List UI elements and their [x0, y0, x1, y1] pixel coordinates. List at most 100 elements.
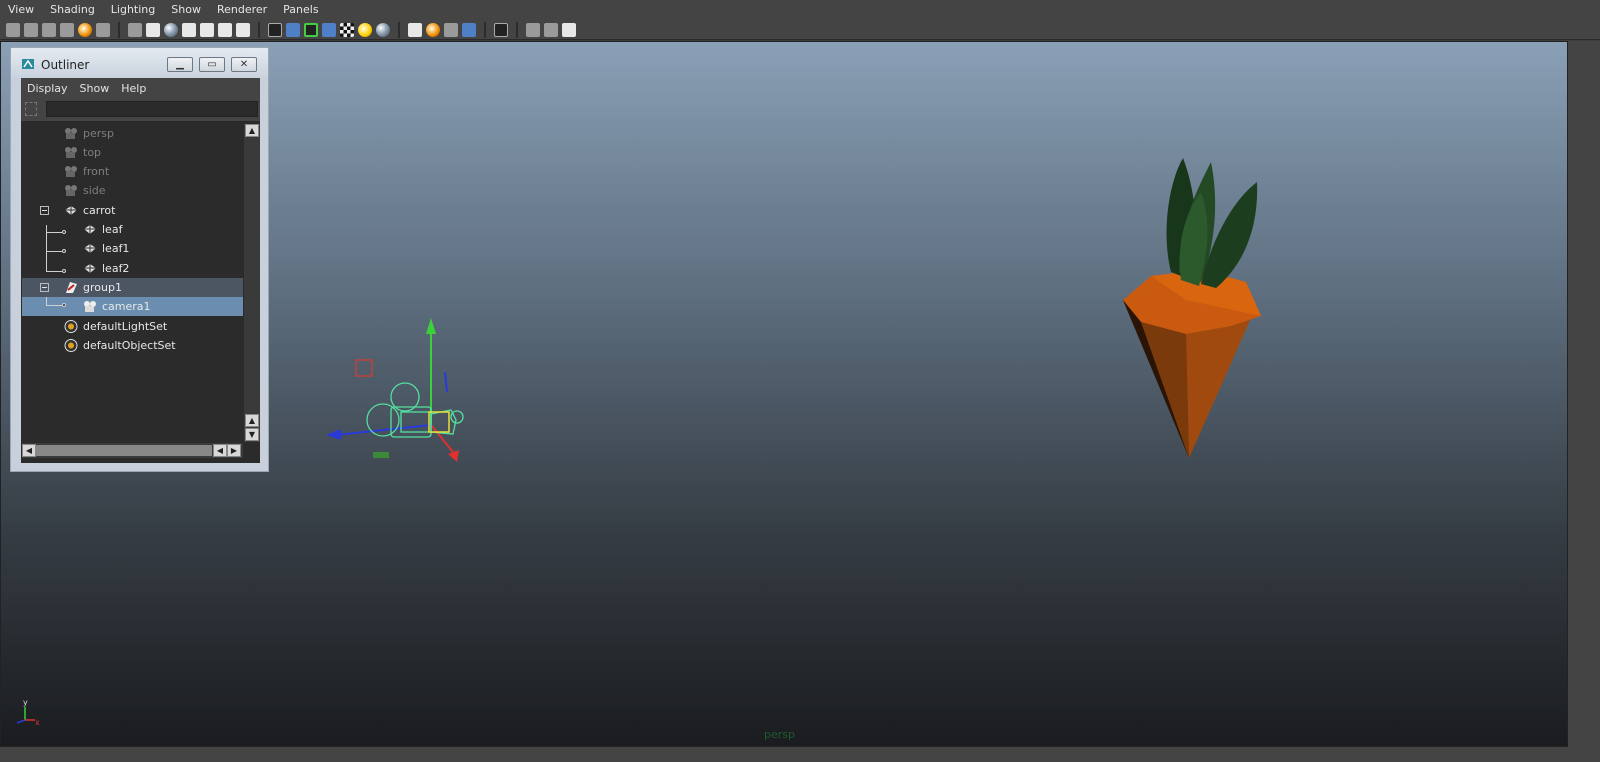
set-icon: [64, 339, 78, 352]
layers-icon[interactable]: [544, 22, 558, 37]
toolbar-separator: [258, 21, 260, 38]
camera-icon: [65, 147, 77, 158]
select-icon[interactable]: [358, 22, 372, 37]
scroll-up-button[interactable]: ▲: [245, 124, 259, 137]
outliner-menu-display[interactable]: Display: [21, 82, 74, 95]
shadows-icon[interactable]: [268, 22, 282, 37]
outliner-vertical-scrollbar[interactable]: ▲ ▲ ▼: [244, 124, 260, 442]
isolate-icon[interactable]: [128, 22, 142, 37]
camera1-manipulator[interactable]: [326, 318, 464, 462]
gate-icon[interactable]: [444, 22, 458, 37]
outliner-window: Outliner ▁ ▭ ✕ Display Show Help persp t…: [10, 47, 269, 472]
menu-lighting[interactable]: Lighting: [103, 0, 163, 20]
depth-of-field-icon[interactable]: [340, 22, 354, 37]
mesh-icon: [84, 225, 96, 234]
outliner-titlebar[interactable]: Outliner ▁ ▭ ✕: [11, 48, 268, 78]
maximize-button[interactable]: ▭: [199, 57, 225, 72]
scroll-right-button[interactable]: ▶: [227, 444, 241, 457]
motion-blur-icon[interactable]: [304, 22, 318, 37]
close-button[interactable]: ✕: [231, 57, 257, 72]
share-icon[interactable]: [562, 22, 576, 37]
xray-joints-icon[interactable]: [408, 22, 422, 37]
wireframe-icon[interactable]: [146, 22, 160, 37]
outliner-item-defaultobjectset[interactable]: defaultObjectSet: [22, 336, 243, 355]
isolate-select-icon[interactable]: [376, 22, 390, 37]
outliner-item-top[interactable]: top: [22, 143, 243, 162]
leaf-meshes[interactable]: [1166, 158, 1258, 288]
ambient-occlusion-icon[interactable]: [286, 22, 300, 37]
toolbar-separator: [118, 21, 120, 38]
toolbar-separator: [484, 21, 486, 38]
camera-attributes-icon[interactable]: [24, 22, 38, 37]
outliner-item-side[interactable]: side: [22, 181, 243, 200]
outliner-menu-help[interactable]: Help: [115, 82, 152, 95]
outliner-search-input[interactable]: [46, 101, 258, 117]
outliner-item-label: defaultLightSet: [83, 320, 168, 333]
outliner-item-persp[interactable]: persp: [22, 124, 243, 143]
camera-name-label: persp: [764, 728, 795, 741]
panel-menubar: View Shading Lighting Show Renderer Pane…: [0, 0, 1600, 20]
menu-show[interactable]: Show: [163, 0, 209, 20]
use-lights-icon[interactable]: [236, 22, 250, 37]
pick-icon[interactable]: [494, 22, 508, 37]
toolbar-separator: [516, 21, 518, 38]
outliner-item-label: defaultObjectSet: [83, 339, 176, 352]
outliner-menubar: Display Show Help: [21, 78, 260, 98]
outliner-tree[interactable]: persp top front side carrot leaf leaf1 l…: [22, 124, 243, 442]
xray-icon[interactable]: [96, 22, 110, 37]
camera-icon[interactable]: [6, 22, 20, 37]
outliner-item-carrot[interactable]: carrot: [22, 201, 243, 220]
collapse-toggle[interactable]: [40, 206, 49, 215]
axis-y-label: y: [23, 698, 28, 707]
outliner-search-bar: [21, 98, 260, 121]
outliner-menu-show[interactable]: Show: [74, 82, 116, 95]
tree-connector: [46, 305, 62, 306]
scroll-left-button[interactable]: ◀: [22, 444, 36, 457]
outliner-item-camera1[interactable]: camera1: [22, 297, 243, 316]
maya-app-icon: [22, 59, 34, 69]
light-icon[interactable]: [78, 22, 92, 37]
outliner-item-leaf2[interactable]: leaf2: [22, 259, 243, 278]
outliner-item-label: camera1: [102, 300, 151, 313]
scroll-thumb[interactable]: [36, 445, 212, 456]
menu-panels[interactable]: Panels: [275, 0, 326, 20]
texture-icon[interactable]: [200, 22, 214, 37]
menu-shading[interactable]: Shading: [42, 0, 103, 20]
outliner-horizontal-scrollbar[interactable]: ◀ ◀ ▶: [22, 443, 243, 458]
collapse-toggle[interactable]: [40, 283, 49, 292]
camera-icon: [65, 128, 77, 139]
bookmark-icon[interactable]: [42, 22, 56, 37]
menu-view[interactable]: View: [0, 0, 42, 20]
antialias-icon[interactable]: [322, 22, 336, 37]
outliner-item-label: top: [83, 146, 102, 159]
outliner-item-leaf1[interactable]: leaf1: [22, 239, 243, 258]
scroll-up-button-lower[interactable]: ▲: [245, 414, 259, 427]
outliner-item-defaultlightset[interactable]: defaultLightSet: [22, 317, 243, 336]
textured-icon[interactable]: [218, 22, 232, 37]
outliner-item-front[interactable]: front: [22, 162, 243, 181]
default-material-icon[interactable]: [182, 22, 196, 37]
tree-node-dot: [62, 303, 66, 307]
cube-icon[interactable]: [526, 22, 540, 37]
outliner-item-label: side: [83, 184, 106, 197]
filter-icon[interactable]: [25, 102, 37, 116]
scroll-left-button-right[interactable]: ◀: [213, 444, 227, 457]
film-gate-icon[interactable]: [462, 22, 476, 37]
grid-icon[interactable]: [60, 22, 74, 37]
minimize-button[interactable]: ▁: [167, 57, 193, 72]
viewport-bottom-bar: [0, 747, 1600, 762]
outliner-item-leaf[interactable]: leaf: [22, 220, 243, 239]
outliner-item-label: front: [83, 165, 110, 178]
camera-icon: [65, 185, 77, 196]
outliner-item-label: persp: [83, 127, 114, 140]
menu-renderer[interactable]: Renderer: [209, 0, 275, 20]
carrot-mesh[interactable]: [1123, 270, 1261, 458]
smooth-shade-icon[interactable]: [164, 22, 178, 37]
viewport-right-gutter: [1568, 41, 1600, 747]
scroll-down-button[interactable]: ▼: [245, 428, 259, 441]
hud-icon[interactable]: [426, 22, 440, 37]
set-icon: [64, 320, 78, 333]
outliner-item-label: leaf1: [102, 242, 130, 255]
tree-connector: [46, 297, 47, 305]
outliner-item-group1[interactable]: group1: [22, 278, 243, 297]
